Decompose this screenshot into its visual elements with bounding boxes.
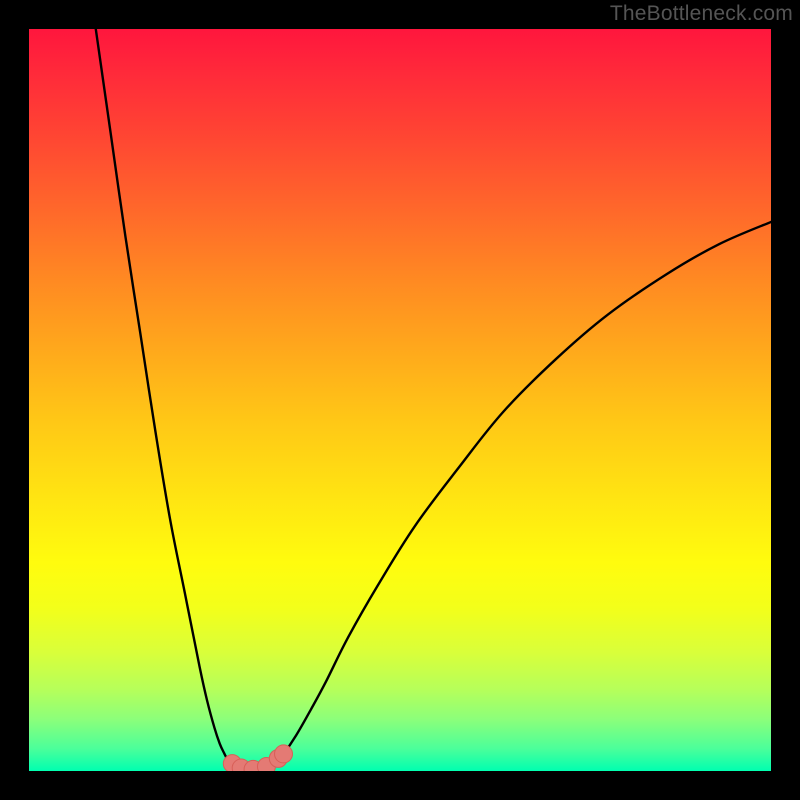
plot-area (29, 29, 771, 771)
bottleneck-curve (96, 29, 771, 769)
watermark-text: TheBottleneck.com (610, 2, 793, 26)
curve-layer (29, 29, 771, 771)
chart-frame: TheBottleneck.com (0, 0, 800, 800)
valley-marker-5 (275, 745, 293, 763)
